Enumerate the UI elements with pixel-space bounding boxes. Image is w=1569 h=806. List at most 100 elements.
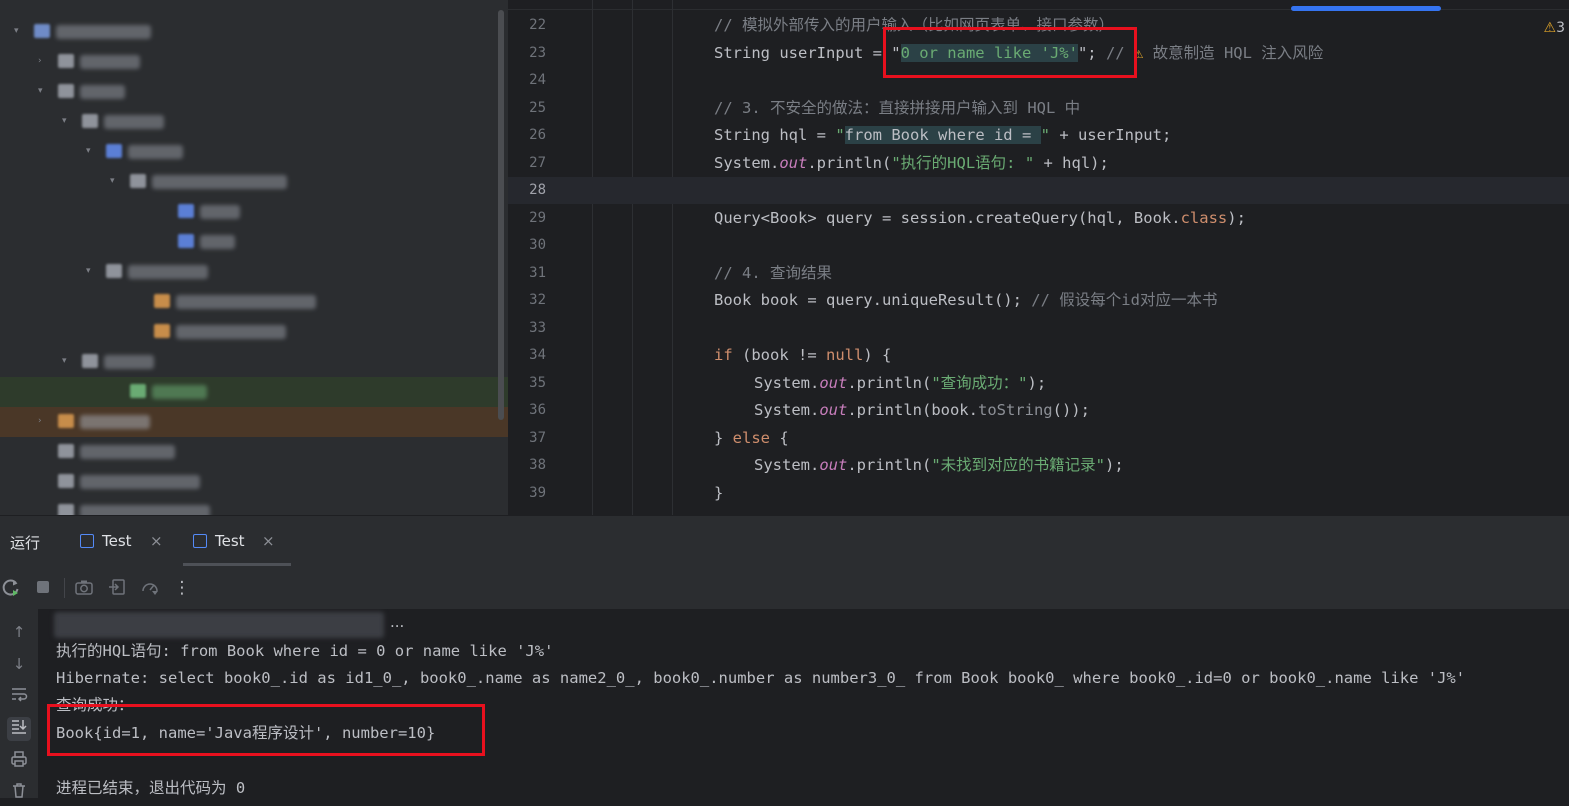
run-title: 运行 xyxy=(10,534,41,552)
camera-icon[interactable] xyxy=(73,577,95,599)
code-line-32[interactable]: 32 Book book = query.uniqueResult(); // 假… xyxy=(508,287,1569,314)
more-options-icon[interactable]: ⋮ xyxy=(171,577,193,599)
tree-item[interactable] xyxy=(0,317,508,347)
line-number[interactable]: 33 xyxy=(508,315,546,342)
tree-item[interactable]: › xyxy=(0,407,508,437)
code-token: // 3. 不安全的做法：直接拼接用户输入到 HQL 中 xyxy=(714,98,1081,117)
code-line-31[interactable]: 31 // 4. 查询结果 xyxy=(508,260,1569,287)
code-token: " xyxy=(1040,126,1050,144)
line-number[interactable]: 34 xyxy=(508,342,546,369)
console-command-ellipsis: ... xyxy=(390,613,405,631)
tree-item-label xyxy=(128,145,183,159)
line-number[interactable]: 27 xyxy=(508,150,546,177)
code-line-37[interactable]: 37} else { xyxy=(508,425,1569,452)
expand-arrow-icon[interactable]: › xyxy=(38,56,48,66)
tree-item[interactable]: ▾ xyxy=(0,347,508,377)
tree-item[interactable]: ▾ xyxy=(0,167,508,197)
soft-wrap-icon[interactable] xyxy=(7,685,31,709)
console-line: 执行的HQL语句: from Book where id = 0 or name… xyxy=(56,642,554,660)
file-icon xyxy=(58,54,74,68)
file-icon xyxy=(58,474,74,488)
code-line-35[interactable]: 35 System.out.println("查询成功："); xyxy=(508,370,1569,397)
up-arrow-icon[interactable]: ↑ xyxy=(7,620,31,644)
file-icon xyxy=(130,384,146,398)
line-number[interactable]: 29 xyxy=(508,205,546,232)
line-number[interactable]: 23 xyxy=(508,40,546,67)
profiler-icon[interactable] xyxy=(139,577,161,599)
run-tab-test-1[interactable]: Test × xyxy=(80,528,166,566)
line-number[interactable]: 35 xyxy=(508,370,546,397)
line-number[interactable]: 39 xyxy=(508,480,546,507)
code-line-34[interactable]: 34 if (book != null) { xyxy=(508,342,1569,369)
close-tab-icon[interactable]: × xyxy=(150,532,163,550)
line-number[interactable]: 25 xyxy=(508,95,546,122)
code-line-30[interactable]: 30 xyxy=(508,232,1569,259)
line-number[interactable]: 22 xyxy=(508,12,546,39)
code-line-33[interactable]: 33 xyxy=(508,315,1569,342)
line-number[interactable]: 30 xyxy=(508,232,546,259)
file-icon xyxy=(154,294,170,308)
code-text: // 4. 查询结果 xyxy=(714,260,832,287)
expand-arrow-icon[interactable]: ▾ xyxy=(110,176,120,186)
code-token: toString xyxy=(977,401,1053,419)
expand-arrow-icon[interactable]: › xyxy=(38,416,48,426)
editor-horizontal-scrollbar[interactable] xyxy=(1291,6,1441,11)
project-scrollbar[interactable] xyxy=(498,10,504,420)
code-text: System.out.println("查询成功："); xyxy=(754,370,1046,397)
code-line-25[interactable]: 25 // 3. 不安全的做法：直接拼接用户输入到 HQL 中 xyxy=(508,95,1569,122)
line-number[interactable]: 37 xyxy=(508,425,546,452)
clear-trash-icon[interactable] xyxy=(7,781,31,805)
line-number[interactable]: 32 xyxy=(508,287,546,314)
tree-item[interactable] xyxy=(0,497,508,515)
code-line-27[interactable]: 27 System.out.println("执行的HQL语句: " + hql)… xyxy=(508,150,1569,177)
rerun-icon[interactable] xyxy=(0,577,22,599)
run-tab-test-2[interactable]: Test × xyxy=(183,528,291,566)
tree-item[interactable]: ▾ xyxy=(0,107,508,137)
code-token: out xyxy=(779,153,808,172)
file-icon xyxy=(106,144,122,158)
tree-item[interactable]: ▾ xyxy=(0,77,508,107)
exit-icon[interactable] xyxy=(106,577,128,599)
tree-item[interactable]: ▾ xyxy=(0,17,508,47)
expand-arrow-icon[interactable]: ▾ xyxy=(14,26,24,36)
expand-arrow-icon[interactable]: ▾ xyxy=(62,356,72,366)
expand-arrow-icon[interactable]: ▾ xyxy=(86,146,96,156)
scroll-to-end-icon[interactable] xyxy=(7,717,31,741)
code-token: } xyxy=(714,483,724,502)
expand-arrow-icon[interactable]: ▾ xyxy=(38,86,48,96)
tree-item[interactable]: › xyxy=(0,47,508,77)
tree-item[interactable] xyxy=(0,437,508,467)
line-number[interactable]: 31 xyxy=(508,260,546,287)
tree-item[interactable]: ▾ xyxy=(0,137,508,167)
expand-arrow-icon[interactable]: ▾ xyxy=(86,266,96,276)
stop-icon[interactable] xyxy=(32,577,54,599)
tree-item[interactable] xyxy=(0,287,508,317)
code-token: { xyxy=(770,428,789,447)
tree-item[interactable] xyxy=(0,467,508,497)
tree-item[interactable] xyxy=(0,377,508,407)
tree-item[interactable] xyxy=(0,227,508,257)
close-tab-icon[interactable]: × xyxy=(262,532,275,550)
code-line-26[interactable]: 26 String hql = "from Book where id = " +… xyxy=(508,122,1569,149)
print-icon[interactable] xyxy=(7,750,31,774)
line-number[interactable]: 38 xyxy=(508,452,546,479)
tab-label: Test xyxy=(102,532,132,550)
line-number[interactable]: 24 xyxy=(508,67,546,94)
tree-item[interactable] xyxy=(0,197,508,227)
code-line-39[interactable]: 39} xyxy=(508,480,1569,507)
code-token: class xyxy=(1180,208,1228,227)
console-command-line xyxy=(54,612,384,638)
expand-arrow-icon[interactable]: ▾ xyxy=(62,116,72,126)
down-arrow-icon[interactable]: ↓ xyxy=(7,652,31,676)
line-number[interactable]: 28 xyxy=(508,177,546,204)
code-line-29[interactable]: 29 Query<Book> query = session.createQuer… xyxy=(508,205,1569,232)
tree-item-label xyxy=(104,115,164,129)
code-line-36[interactable]: 36 System.out.println(book.toString()); xyxy=(508,397,1569,424)
run-toolbar: ⋮ xyxy=(0,566,1569,609)
line-number[interactable]: 36 xyxy=(508,397,546,424)
code-line-28[interactable]: 28 xyxy=(508,177,1569,204)
line-number[interactable]: 26 xyxy=(508,122,546,149)
code-token: null xyxy=(826,346,864,364)
code-line-38[interactable]: 38 System.out.println("未找到对应的书籍记录"); xyxy=(508,452,1569,479)
tree-item[interactable]: ▾ xyxy=(0,257,508,287)
